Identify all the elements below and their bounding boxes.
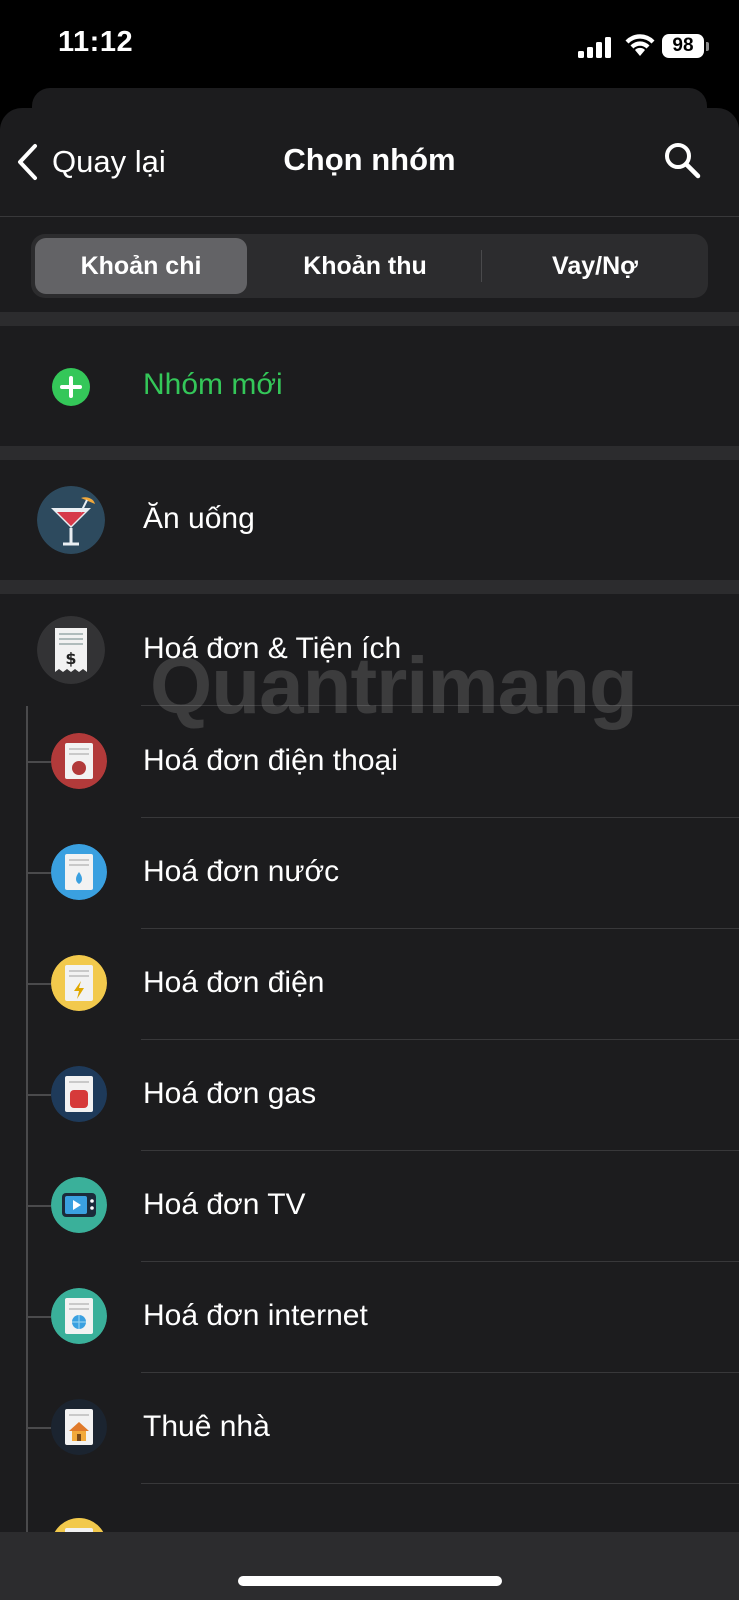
new-group-label: Nhóm mới [143, 368, 283, 401]
status-time: 11:12 [58, 26, 134, 58]
tree-branch [26, 1094, 51, 1096]
subgroup-label: Hoá đơn điện thoại [143, 744, 398, 777]
home-indicator[interactable] [238, 1576, 502, 1586]
list-item[interactable]: Hoá đơn gas [0, 1039, 739, 1150]
cocktail-icon [37, 486, 105, 554]
tree-branch [26, 1316, 51, 1318]
house-rent-icon [51, 1399, 107, 1455]
new-group-row[interactable]: Nhóm mới [0, 326, 739, 446]
list-item[interactable]: Thuê nhà [0, 1372, 739, 1483]
group-picker-sheet: Quay lại Chọn nhóm Khoản chi Khoản thu V… [0, 108, 739, 1600]
divider [141, 1483, 739, 1484]
phone-bill-icon [51, 733, 107, 789]
list-item[interactable]: Ăn uống [0, 460, 739, 580]
list-item[interactable]: Hoá đơn internet [0, 1261, 739, 1372]
tv-bill-icon [51, 1177, 107, 1233]
water-bill-icon [51, 844, 107, 900]
list-item[interactable]: $ Hoá đơn & Tiện ích [0, 594, 739, 706]
electric-bill-icon [51, 955, 107, 1011]
section-gap [0, 312, 739, 326]
subgroup-label: Hoá đơn nước [143, 855, 340, 888]
svg-text:$: $ [65, 649, 76, 668]
list-item[interactable]: Hoá đơn TV [0, 1150, 739, 1261]
tree-branch [26, 1205, 51, 1207]
tree-branch [26, 983, 51, 985]
section-gap [0, 580, 739, 594]
subgroup-label: Hoá đơn TV [143, 1188, 306, 1221]
search-icon[interactable] [662, 140, 702, 180]
group-label: Ăn uống [143, 502, 255, 535]
list-item[interactable]: Hoá đơn điện thoại [0, 706, 739, 817]
wifi-icon [625, 34, 655, 56]
navigation-bar: Quay lại Chọn nhóm [0, 108, 739, 217]
section-gap [0, 446, 739, 460]
tab-expense[interactable]: Khoản chi [35, 238, 247, 294]
subgroup-label: Hoá đơn gas [143, 1077, 317, 1110]
tree-branch [26, 1427, 51, 1429]
gas-bill-icon [51, 1066, 107, 1122]
list-item[interactable]: Hoá đơn nước [0, 817, 739, 928]
tab-loan-debt[interactable]: Vay/Nợ [489, 238, 701, 294]
battery-indicator: 98 [662, 34, 704, 58]
cellular-signal-icon [578, 36, 614, 58]
battery-tip [706, 42, 709, 51]
list-item[interactable]: Hoá đơn điện [0, 928, 739, 1039]
segment-divider [481, 250, 482, 282]
bottom-bar [0, 1532, 739, 1600]
page-title: Chọn nhóm [283, 142, 456, 177]
subgroup-label: Thuê nhà [143, 1410, 270, 1443]
subgroup-label: Hoá đơn internet [143, 1299, 368, 1332]
subgroup-label: Hoá đơn điện [143, 966, 325, 999]
add-circle-icon [52, 368, 90, 406]
internet-bill-icon [51, 1288, 107, 1344]
tree-branch [26, 761, 51, 763]
group-label: Hoá đơn & Tiện ích [143, 632, 402, 665]
bill-dollar-icon: $ [37, 616, 105, 684]
type-segmented-control: Khoản chi Khoản thu Vay/Nợ [31, 234, 708, 298]
tab-income[interactable]: Khoản thu [259, 238, 471, 294]
status-bar: 11:12 98 [0, 0, 739, 100]
tree-branch [26, 872, 51, 874]
